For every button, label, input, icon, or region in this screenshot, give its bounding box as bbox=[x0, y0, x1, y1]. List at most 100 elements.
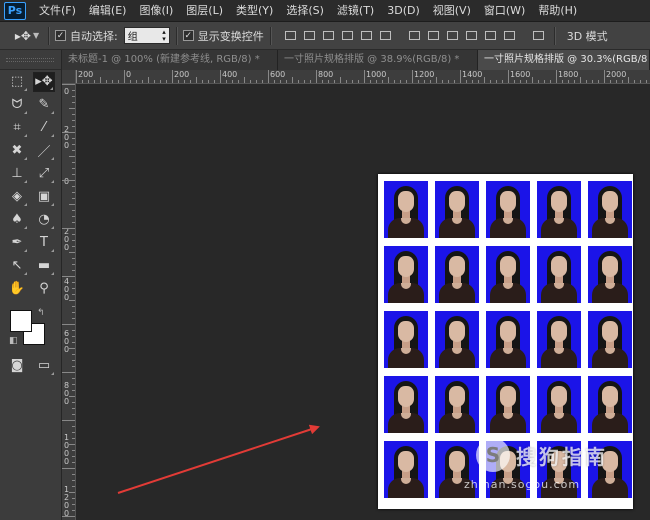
ruler-v-label: 600 bbox=[64, 329, 70, 354]
id-photo bbox=[384, 376, 428, 433]
align-left-edges-icon[interactable] bbox=[339, 28, 356, 44]
id-photo bbox=[537, 246, 581, 303]
document-tab[interactable]: 一寸照片规格排版 @ 38.9%(RGB/8) * bbox=[278, 50, 478, 70]
auto-select-label: 自动选择: bbox=[70, 29, 118, 43]
blur-tool-icon[interactable]: ♠ bbox=[6, 210, 28, 230]
distribute-top-icon[interactable] bbox=[406, 28, 423, 44]
rectangle-tool-icon[interactable]: ▬ bbox=[33, 256, 55, 276]
menu-item[interactable]: 图像(I) bbox=[132, 0, 179, 22]
id-photo bbox=[435, 376, 479, 433]
ruler-h-label: 0 bbox=[126, 70, 132, 79]
menu-item[interactable]: 图层(L) bbox=[179, 0, 229, 22]
menu-items: 文件(F) 编辑(E) 图像(I) 图层(L) 类型(Y) 选择(S) 滤镜(T) 3D(D)… bbox=[32, 0, 583, 22]
screen-mode-icon[interactable]: ▭ bbox=[33, 356, 55, 376]
menu-item[interactable]: 选择(S) bbox=[279, 0, 330, 22]
align-horizontal-centers-icon[interactable] bbox=[358, 28, 375, 44]
id-photo bbox=[588, 246, 632, 303]
ruler-h-label: 200 bbox=[174, 70, 190, 79]
distribute-right-icon[interactable] bbox=[501, 28, 518, 44]
align-vertical-centers-icon[interactable] bbox=[301, 28, 318, 44]
document-tab[interactable]: 一寸照片规格排版 @ 30.3%(RGB/8 bbox=[478, 50, 650, 70]
vertical-ruler[interactable]: 0 200 0 200 400 600 800 1000 1200 bbox=[62, 84, 76, 520]
id-photo bbox=[384, 181, 428, 238]
quick-mask-icon[interactable]: ◙ bbox=[6, 356, 28, 376]
ruler-v-label: 400 bbox=[64, 277, 70, 302]
tool-preset-picker[interactable]: ▸✥ ▼ bbox=[12, 25, 42, 47]
id-photo bbox=[384, 441, 428, 498]
document-tab-label: 一寸照片规格排版 @ 30.3%(RGB/8 bbox=[484, 54, 648, 65]
checkbox-checked-icon: ✓ bbox=[55, 30, 66, 41]
ruler-h-label: 2000 bbox=[606, 70, 627, 79]
options-bar: ▸✥ ▼ ✓ 自动选择: 组 ▴ ▾ ✓ 显示变换控件 3D 模式 bbox=[0, 22, 650, 50]
id-photo bbox=[588, 376, 632, 433]
watermark-name: 搜狗指南 bbox=[516, 445, 608, 469]
crop-tool-icon[interactable]: ⌗ bbox=[6, 118, 28, 138]
menu-item[interactable]: 滤镜(T) bbox=[330, 0, 380, 22]
id-photo bbox=[537, 181, 581, 238]
foreground-color-swatch[interactable] bbox=[10, 310, 32, 332]
ruler-h-label: 1600 bbox=[510, 70, 531, 79]
ruler-origin[interactable] bbox=[62, 70, 76, 84]
zoom-tool-icon[interactable]: ⚲ bbox=[33, 279, 55, 299]
show-transform-controls-checkbox[interactable]: ✓ 显示变换控件 bbox=[182, 28, 264, 44]
align-top-edges-icon[interactable] bbox=[282, 28, 299, 44]
distribute-bottom-icon[interactable] bbox=[444, 28, 461, 44]
menu-item[interactable]: 视图(V) bbox=[426, 0, 477, 22]
ruler-h-label: 600 bbox=[270, 70, 286, 79]
panel-drag-handle[interactable] bbox=[0, 50, 61, 70]
default-colors-icon[interactable]: ◧ bbox=[9, 336, 18, 346]
align-right-edges-icon[interactable] bbox=[377, 28, 394, 44]
brush-tool-icon[interactable]: ／ bbox=[33, 141, 55, 161]
history-brush-tool-icon[interactable]: ⤢ bbox=[33, 164, 55, 184]
clone-stamp-tool-icon[interactable]: ⊥ bbox=[6, 164, 28, 184]
pen-tool-icon[interactable]: ✒ bbox=[6, 233, 28, 253]
eraser-tool-icon[interactable]: ◈ bbox=[6, 187, 28, 207]
type-tool-icon[interactable]: T bbox=[33, 233, 55, 253]
dodge-tool-icon[interactable]: ◔ bbox=[33, 210, 55, 230]
align-bottom-edges-icon[interactable] bbox=[320, 28, 337, 44]
checkbox-checked-icon: ✓ bbox=[182, 30, 194, 41]
auto-select-dropdown[interactable]: 组 ▴ ▾ bbox=[123, 27, 170, 44]
distribute-horizontal-centers-icon[interactable] bbox=[482, 28, 499, 44]
ruler-v-label: 0 bbox=[64, 87, 70, 96]
menu-item[interactable]: 文件(F) bbox=[32, 0, 82, 22]
swap-colors-icon[interactable]: ↰ bbox=[37, 308, 45, 318]
ruler-v-label: 1000 bbox=[64, 433, 70, 466]
path-selection-tool-icon[interactable]: ↖ bbox=[6, 256, 28, 276]
document-tab[interactable]: 未标题-1 @ 100% (新建参考线, RGB/8) * bbox=[62, 50, 278, 70]
move-tool-icon[interactable]: ▸✥ bbox=[33, 71, 55, 92]
menu-item[interactable]: 编辑(E) bbox=[82, 0, 133, 22]
id-photo bbox=[537, 376, 581, 433]
auto-select-checkbox[interactable]: ✓ 自动选择: bbox=[55, 28, 118, 44]
id-photo bbox=[384, 311, 428, 368]
id-photo bbox=[435, 246, 479, 303]
eyedropper-tool-icon[interactable]: ⁄ bbox=[33, 118, 55, 138]
marquee-tool-icon[interactable]: ⬚ bbox=[6, 72, 28, 92]
menu-item[interactable]: 窗口(W) bbox=[477, 0, 531, 22]
sogou-watermark: S 搜狗指南 zhinan.sogou.com bbox=[464, 438, 646, 498]
menu-item[interactable]: 帮助(H) bbox=[531, 0, 583, 22]
quick-selection-tool-icon[interactable]: ✎ bbox=[33, 95, 55, 115]
ruler-h-label: 1200 bbox=[414, 70, 435, 79]
gradient-tool-icon[interactable]: ▣ bbox=[33, 187, 55, 207]
divider bbox=[175, 26, 177, 45]
menu-item[interactable]: 3D(D) bbox=[380, 0, 426, 22]
id-photo bbox=[588, 311, 632, 368]
horizontal-ruler[interactable]: 200 0 200 400 600 800 1000 1200 1400 1600 1800 2000… bbox=[76, 70, 650, 84]
divider bbox=[48, 26, 49, 45]
show-transform-label: 显示变换控件 bbox=[197, 29, 264, 43]
align-buttons bbox=[281, 28, 548, 44]
distribute-vertical-centers-icon[interactable] bbox=[425, 28, 442, 44]
lasso-tool-icon[interactable]: ᗢ bbox=[6, 95, 28, 115]
healing-brush-tool-icon[interactable]: ✖ bbox=[6, 141, 28, 161]
auto-align-layers-icon[interactable] bbox=[530, 28, 547, 44]
ruler-h-label: 200 bbox=[78, 70, 94, 79]
hand-tool-icon[interactable]: ✋ bbox=[6, 279, 28, 299]
ruler-h-label: 1800 bbox=[558, 70, 579, 79]
distribute-left-icon[interactable] bbox=[463, 28, 480, 44]
ruler-h-label: 1000 bbox=[366, 70, 387, 79]
id-photo bbox=[486, 246, 530, 303]
move-tool-icon: ▸✥ bbox=[14, 28, 31, 43]
ruler-v-label: 200 bbox=[64, 125, 70, 150]
menu-item[interactable]: 类型(Y) bbox=[229, 0, 279, 22]
